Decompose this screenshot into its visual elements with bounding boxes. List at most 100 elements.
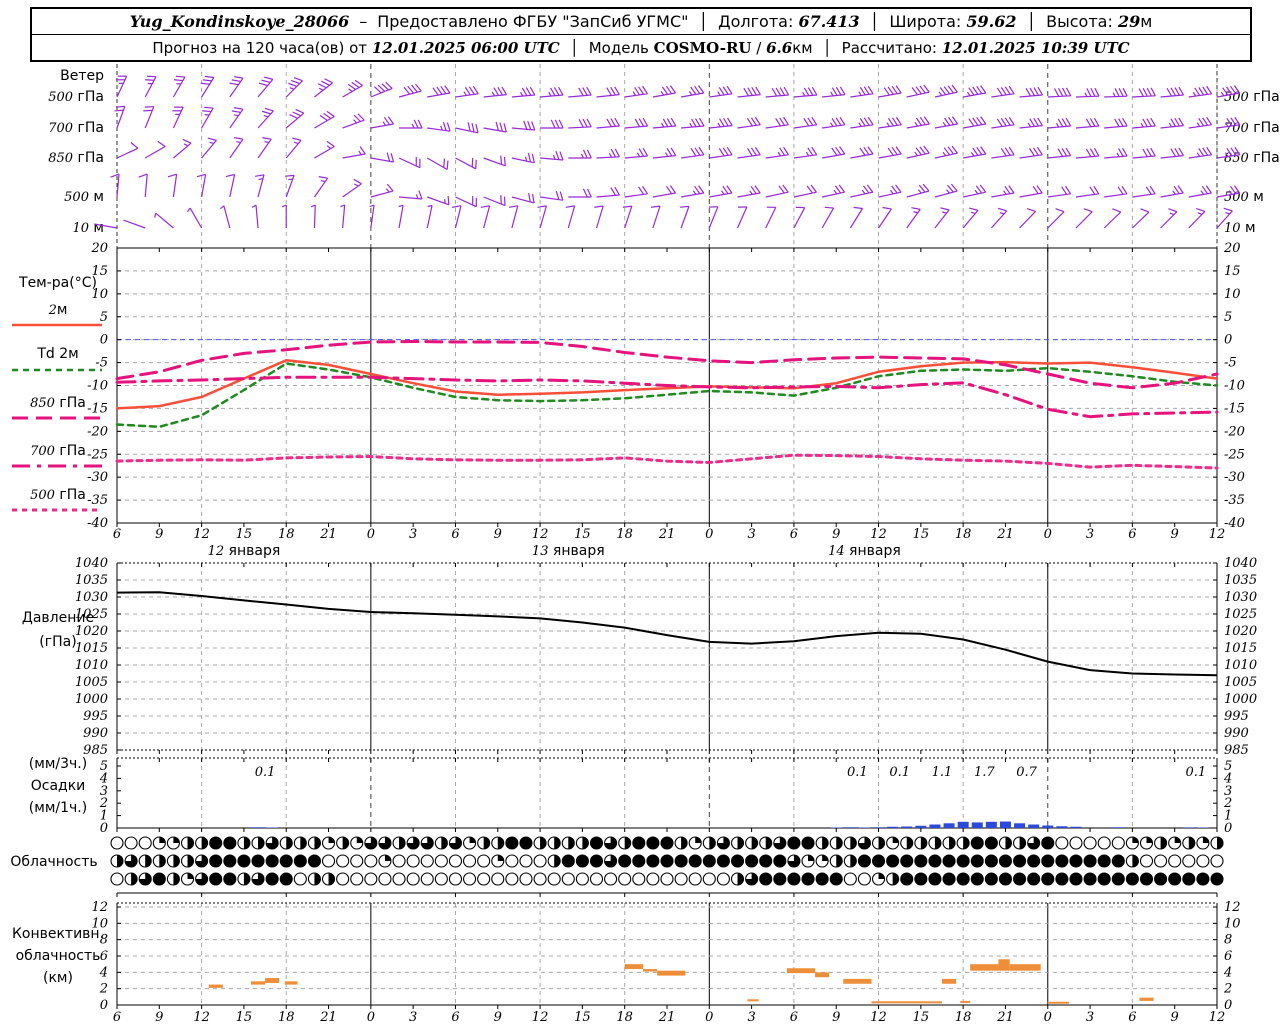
cloud-symbol-fill — [314, 873, 321, 885]
convective-ytick-left: 0 — [100, 998, 108, 1013]
convective-segment — [942, 978, 957, 984]
cloud-symbol — [336, 854, 350, 868]
cloud-symbol — [871, 854, 886, 868]
temp-ytick-left: 20 — [90, 241, 108, 256]
wind-barb — [167, 173, 178, 198]
cloud-symbol — [350, 854, 364, 868]
meteogram-chart: Ветер 500 гПа 500 гПа 700 гПа 700 гПа 850 гПа… — [10, 64, 1280, 1024]
wind-barb — [483, 195, 506, 207]
cloud-symbol — [1154, 854, 1168, 868]
wind-barb — [793, 184, 817, 198]
cloud-symbol-fill — [568, 837, 575, 849]
cloud-symbol-fill — [836, 855, 843, 867]
forecast-start: 12.01.2025 06:00 UTC — [371, 38, 560, 57]
cloud-symbol-fill — [822, 855, 829, 861]
cloud-symbol — [1097, 872, 1111, 886]
cloud-symbol-fill — [1217, 837, 1223, 849]
pressure-ytick-right: 1040 — [1224, 556, 1257, 571]
cloud-symbol — [928, 854, 942, 868]
wind-barb — [1047, 147, 1072, 159]
wind-barb — [511, 120, 536, 131]
wind-barb — [1019, 86, 1043, 98]
precip-bar — [1028, 824, 1040, 828]
cloud-symbol — [519, 854, 533, 868]
wind-barb — [624, 117, 649, 129]
cloud-symbol — [1041, 854, 1055, 868]
x-tick-label-top: 6 — [1128, 527, 1136, 542]
convective-title-line: (км) — [43, 970, 73, 986]
cloud-symbol — [914, 854, 928, 868]
wind-barb — [285, 137, 302, 159]
wind-barb — [650, 205, 661, 229]
wind-barb — [793, 146, 818, 159]
wind-barb — [1104, 117, 1128, 129]
cloud-symbol — [773, 854, 787, 868]
cloud-symbol — [223, 836, 237, 850]
wind-barb — [285, 108, 305, 129]
cloud-symbol — [674, 854, 688, 868]
x-tick-label-bottom: 3 — [409, 1010, 417, 1024]
convective-segment — [960, 1000, 971, 1003]
cloud-symbol-fill — [300, 837, 307, 850]
cloud-symbol — [1069, 872, 1083, 886]
wind-barb — [138, 173, 148, 198]
wind-barb — [455, 122, 479, 134]
wind-barb — [850, 184, 874, 198]
x-tick-label-top: 6 — [451, 527, 459, 542]
wind-barb — [568, 188, 592, 198]
cloud-symbol-fill — [1202, 837, 1209, 843]
cloud-symbol — [970, 872, 984, 886]
x-tick-label-top: 12 — [532, 527, 549, 542]
cloud-symbol — [491, 872, 505, 886]
wind-barb — [963, 184, 987, 198]
cloud-symbol-fill — [878, 837, 885, 849]
wind-barb — [1019, 207, 1036, 229]
precip-bar — [844, 827, 856, 828]
wind-barb — [596, 148, 620, 159]
convective-ytick-right: 2 — [1223, 982, 1232, 997]
date-label: 13 января — [532, 543, 605, 559]
cloud-symbol-fill — [356, 837, 363, 843]
wind-barb — [172, 106, 184, 129]
wind-barb — [201, 106, 214, 129]
temp-ytick-right: 10 — [1224, 287, 1241, 302]
cloud-symbol — [970, 854, 984, 868]
cloud-symbol — [618, 854, 632, 868]
cloud-symbol — [646, 836, 660, 850]
precip-bar — [252, 827, 264, 828]
temp-ytick-right: -25 — [1224, 447, 1245, 462]
cloud-symbol — [1069, 854, 1083, 868]
x-tick-label-bottom: 21 — [319, 1010, 337, 1024]
cloud-panel-title: Облачность — [10, 854, 97, 870]
wind-barb — [426, 157, 449, 171]
cloud-symbol-fill — [822, 837, 829, 849]
cloud-symbol — [984, 872, 998, 886]
cloud-symbol — [223, 872, 237, 886]
wind-barb — [314, 110, 335, 129]
x-tick-label-top: 21 — [319, 527, 337, 542]
wind-barb — [483, 121, 507, 133]
pressure-ytick-right: 990 — [1224, 726, 1249, 741]
cloud-symbol-fill — [145, 855, 152, 867]
wind-barb — [508, 205, 519, 229]
x-tick-label-top: 3 — [747, 527, 755, 542]
wind-barb — [229, 76, 244, 98]
cloud-symbol — [1168, 854, 1182, 868]
legend-label-1: Td 2м — [36, 346, 78, 362]
cloud-symbol-fill — [441, 837, 448, 849]
cloud-symbol — [378, 872, 392, 886]
cloud-symbol — [632, 854, 646, 868]
date-label: 12 января — [208, 543, 281, 559]
cloud-symbol — [730, 854, 745, 868]
pressure-ytick-left: 1030 — [75, 590, 108, 605]
lat-value: 59.62 — [966, 12, 1017, 31]
wind-barb — [1103, 208, 1122, 229]
wind-barb — [1188, 116, 1213, 129]
x-tick-label-bottom: 15 — [913, 1010, 930, 1024]
cloud-symbol-fill — [681, 837, 688, 849]
wind-barb — [1075, 147, 1100, 159]
x-tick-label-top: 12 — [193, 527, 210, 542]
cloud-symbol — [1182, 854, 1196, 868]
temp-series-1 — [115, 362, 1219, 429]
wind-barb — [906, 116, 930, 129]
